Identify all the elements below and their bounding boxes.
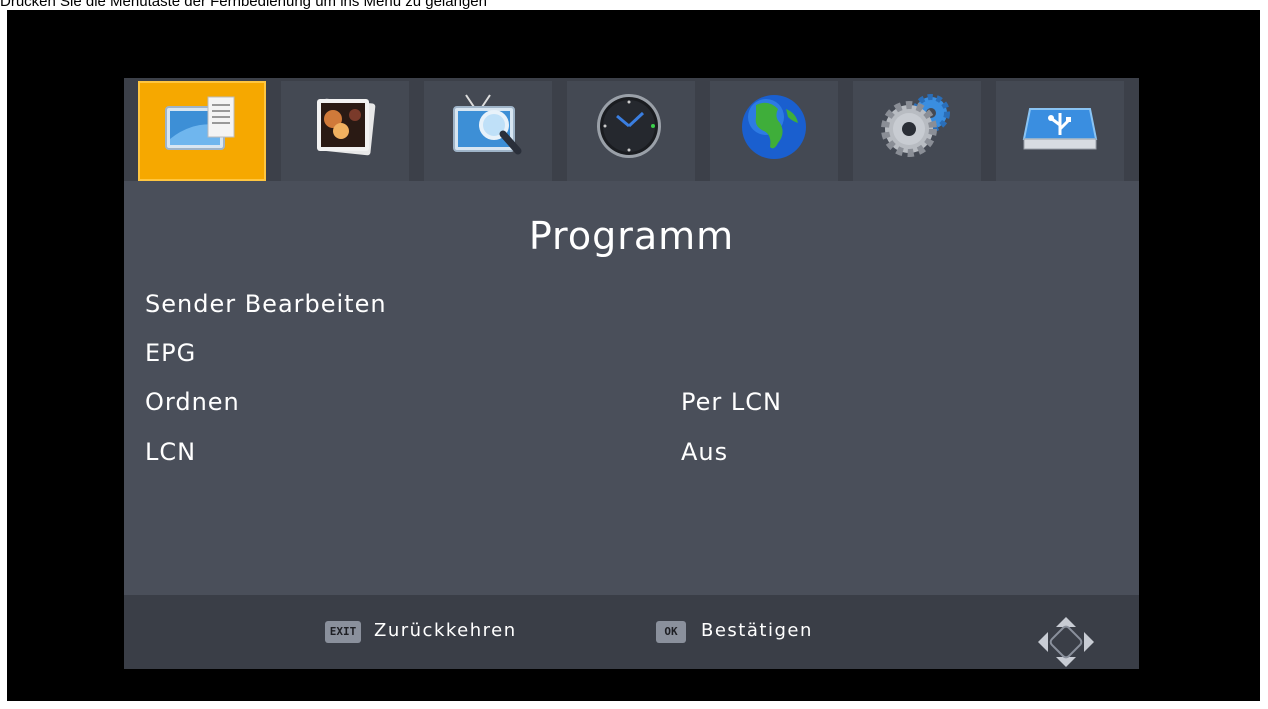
- tv-screen: Programm Sender Bearbeiten EPG Ordnen Pe…: [7, 10, 1260, 701]
- exit-key-badge: EXIT: [325, 621, 361, 643]
- footer-bar: EXIT Zurückkehren OK Bestätigen: [124, 595, 1139, 669]
- menu-item-lcn[interactable]: LCN: [145, 438, 196, 466]
- ordnen-value[interactable]: Per LCN: [681, 388, 782, 416]
- menu-item-sender-bearbeiten[interactable]: Sender Bearbeiten: [145, 290, 387, 318]
- tv-search-icon: [453, 94, 522, 155]
- program-icon: [165, 96, 235, 150]
- ok-hint: Bestätigen: [701, 620, 813, 641]
- menu-item-epg[interactable]: EPG: [145, 339, 196, 367]
- instruction-caption: Drücken Sie die Menütaste der Fernbedien…: [0, 0, 487, 10]
- menu-panel: Programm Sender Bearbeiten EPG Ordnen Pe…: [124, 78, 1139, 669]
- tab-picture[interactable]: [281, 81, 409, 181]
- tab-tv-search[interactable]: [424, 81, 552, 181]
- globe-icon: [742, 95, 806, 159]
- ok-key-badge: OK: [656, 621, 686, 643]
- dpad-icon: [1038, 617, 1094, 667]
- lcn-value[interactable]: Aus: [681, 438, 728, 466]
- picture-icon: [317, 98, 376, 156]
- tab-settings[interactable]: [853, 81, 981, 181]
- tab-program[interactable]: [138, 81, 266, 181]
- page-title: Programm: [528, 214, 735, 258]
- usb-drive-icon: [1022, 108, 1098, 150]
- tab-usb[interactable]: [996, 81, 1124, 181]
- tab-globe[interactable]: [710, 81, 838, 181]
- menu-icon-bar: [124, 78, 1139, 181]
- clock-icon: [597, 94, 661, 158]
- tab-clock[interactable]: [567, 81, 695, 181]
- settings-gears-icon: [881, 94, 950, 157]
- menu-item-ordnen[interactable]: Ordnen: [145, 388, 240, 416]
- exit-hint: Zurückkehren: [374, 620, 517, 641]
